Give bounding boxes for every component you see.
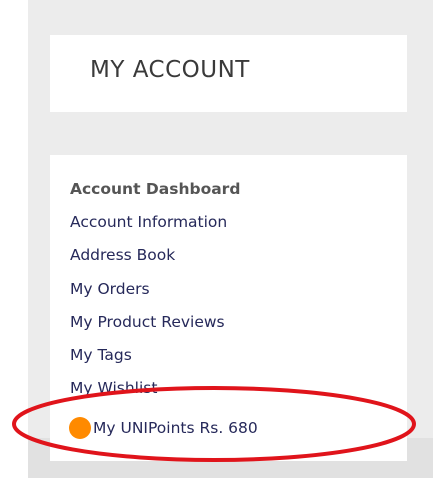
nav-item-my-wishlist[interactable]: My Wishlist: [70, 378, 258, 411]
account-title-card: MY ACCOUNT: [50, 35, 407, 112]
nav-item-my-orders[interactable]: My Orders: [70, 279, 258, 312]
nav-item-account-dashboard: Account Dashboard: [70, 180, 241, 198]
nav-item-account-information[interactable]: Account Information: [70, 212, 258, 245]
account-nav-list: Account Dashboard Account Information Ad…: [69, 179, 258, 445]
orange-dot-icon: [69, 416, 91, 439]
unipoints-label: My UNIPoints Rs. 680: [93, 418, 258, 437]
account-nav-card: Account Dashboard Account Information Ad…: [50, 155, 407, 461]
left-margin: [0, 0, 28, 478]
nav-item-my-tags[interactable]: My Tags: [70, 345, 258, 378]
nav-item-my-product-reviews[interactable]: My Product Reviews: [70, 312, 258, 345]
page-title: MY ACCOUNT: [90, 57, 250, 83]
nav-item-my-unipoints[interactable]: My UNIPoints Rs. 680: [69, 411, 258, 444]
nav-item-address-book[interactable]: Address Book: [70, 245, 258, 278]
